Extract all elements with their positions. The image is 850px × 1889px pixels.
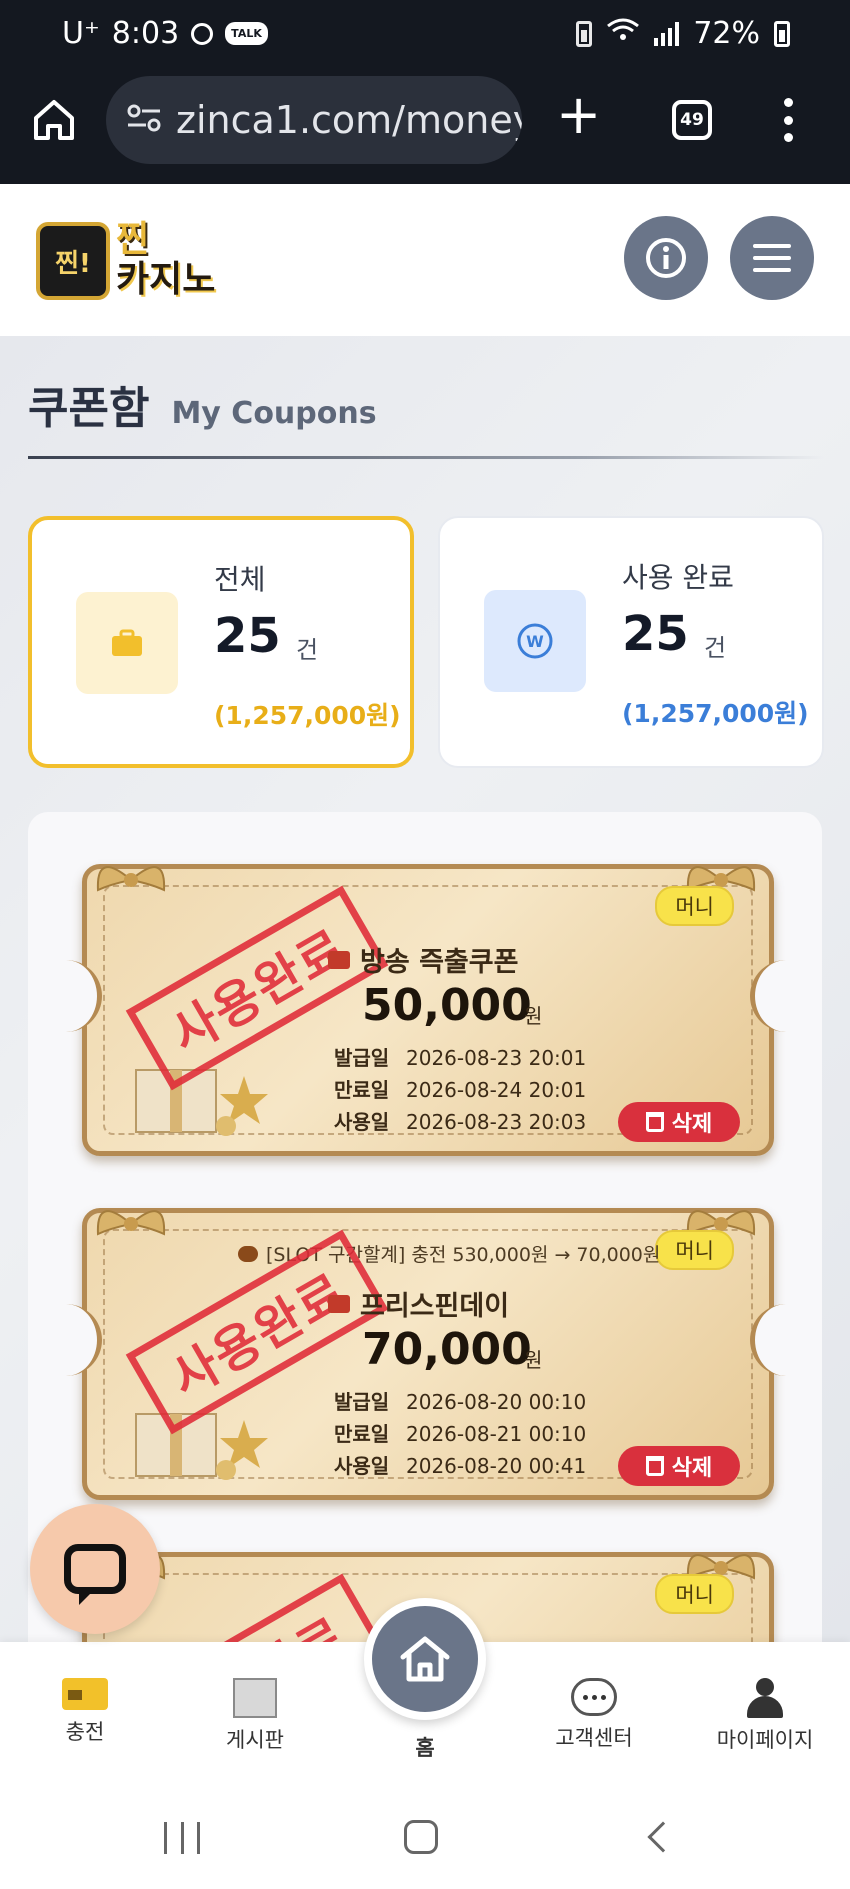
coupon-currency: 원	[524, 1004, 543, 1028]
coupon-type-badge: 머니	[655, 886, 734, 926]
site-settings-icon[interactable]	[126, 103, 162, 137]
delete-coupon-button[interactable]: 삭제	[618, 1446, 740, 1486]
expire-date: 2026-08-21 00:10	[406, 1422, 587, 1446]
chat-bubble-icon	[64, 1544, 126, 1605]
coupon-amount: 70,000	[362, 1324, 532, 1375]
stat-total-count: 25	[214, 608, 281, 664]
stat-total-amount: (1,257,000원)	[214, 701, 401, 730]
back-button[interactable]	[647, 1821, 679, 1853]
hamburger-icon	[753, 244, 791, 272]
stat-card-total[interactable]: 전체 25 건 (1,257,000원)	[28, 516, 414, 768]
svg-text:W: W	[526, 632, 544, 651]
ticket-icon	[328, 950, 350, 969]
kakaotalk-icon: TALK	[225, 22, 268, 45]
trash-icon	[645, 1456, 664, 1476]
browser-home-button[interactable]	[28, 94, 80, 146]
ticket-icon	[328, 1294, 350, 1313]
title-divider	[28, 456, 824, 459]
status-bar: U⁺ 8:03 TALK 72%	[0, 0, 850, 72]
wifi-icon	[606, 16, 640, 51]
recent-apps-button[interactable]	[164, 1822, 200, 1854]
chat-dots-icon	[571, 1678, 617, 1716]
main-content: 쿠폰함 My Coupons 전체 25 건 (1,257,000원) W 사용…	[0, 336, 850, 1642]
live-chat-button[interactable]	[30, 1504, 160, 1634]
battery-icon	[774, 20, 790, 47]
nav-support[interactable]: 고객센터	[524, 1678, 664, 1752]
address-bar[interactable]: zinca1.com/money	[106, 76, 522, 164]
stat-used-unit: 건	[704, 634, 727, 662]
coupon-dates: 발급일 2026-08-23 20:01 만료일 2026-08-24 20:01 …	[334, 1046, 587, 1134]
coupon-list: 머니 사용완료 방송 즉출쿠폰 50,000 원 발급일 2026-08-23 2…	[28, 812, 822, 1642]
nav-home-button[interactable]	[364, 1598, 486, 1720]
coupon-card: 머니 사용완료 방송 즉출쿠폰 50,000 원 발급일 2026-08-23 2…	[62, 850, 790, 1160]
won-coin-icon: W	[484, 590, 586, 692]
bottom-navigation: 충전 게시판 홈 고객센터 마이페이지	[0, 1598, 850, 1790]
newspaper-icon	[233, 1678, 277, 1718]
coupon-type-badge: 머니	[655, 1574, 734, 1614]
expire-date: 2026-08-24 20:01	[406, 1078, 587, 1102]
browser-toolbar: zinca1.com/money + 49	[0, 72, 850, 184]
nav-support-label: 고객센터	[555, 1726, 633, 1750]
nav-charge[interactable]: 충전	[15, 1678, 155, 1746]
briefcase-icon	[76, 592, 178, 694]
stat-used-label: 사용 완료	[622, 561, 734, 594]
stat-used-count: 25	[622, 606, 689, 662]
logo-badge: 찐!	[36, 222, 110, 300]
info-icon	[646, 238, 686, 278]
info-button[interactable]	[624, 216, 708, 300]
coupon-currency: 원	[524, 1348, 543, 1372]
nav-mypage[interactable]: 마이페이지	[695, 1678, 835, 1754]
stat-card-used[interactable]: W 사용 완료 25 건 (1,257,000원)	[438, 516, 824, 768]
home-icon	[34, 100, 74, 140]
browser-menu-button[interactable]	[782, 98, 794, 142]
issued-date: 2026-08-23 20:01	[406, 1046, 587, 1070]
clock: 8:03	[111, 16, 180, 51]
home-icon	[400, 1636, 450, 1682]
nav-board-label: 게시판	[226, 1728, 284, 1752]
page-title-en: My Coupons	[171, 396, 377, 431]
coupon-name: 방송 즉출쿠폰	[328, 940, 518, 979]
coupon-type-badge: 머니	[655, 1230, 734, 1270]
coupon-name: 프리스핀데이	[328, 1284, 509, 1323]
stat-total-label: 전체	[214, 563, 266, 596]
delete-coupon-button[interactable]: 삭제	[618, 1102, 740, 1142]
ribbon-bow-icon	[96, 866, 166, 892]
page-title: 쿠폰함 My Coupons	[28, 372, 377, 436]
nav-home-label: 홈	[415, 1736, 435, 1760]
nav-charge-label: 충전	[65, 1720, 105, 1744]
coupon-dates: 발급일 2026-08-20 00:10 만료일 2026-08-21 00:10 …	[334, 1390, 587, 1478]
menu-button[interactable]	[730, 216, 814, 300]
used-date: 2026-08-20 00:41	[406, 1454, 587, 1478]
battery-saver-icon	[576, 20, 593, 47]
comment-icon	[238, 1245, 258, 1262]
logo-text: 찐 카지노	[116, 219, 216, 300]
issued-date: 2026-08-20 00:10	[406, 1390, 587, 1414]
nav-mypage-label: 마이페이지	[716, 1728, 814, 1752]
stat-total-unit: 건	[296, 636, 319, 664]
ribbon-bow-icon	[96, 1210, 166, 1236]
page-title-ko: 쿠폰함	[28, 383, 150, 434]
new-tab-button[interactable]: +	[556, 88, 601, 142]
trash-icon	[645, 1112, 664, 1132]
coupon-card: 머니 [SLOT 구간할계] 충전 530,000원 → 70,000원 사용완…	[62, 1194, 790, 1504]
url-text[interactable]: zinca1.com/money	[176, 98, 522, 142]
battery-percent: 72%	[693, 16, 760, 51]
site-logo[interactable]: 찐! 찐 카지노	[36, 214, 216, 306]
user-icon	[745, 1678, 785, 1718]
carrier-label: U⁺	[62, 16, 100, 51]
stat-used-amount: (1,257,000원)	[622, 699, 809, 728]
site-header: 찐! 찐 카지노	[0, 184, 850, 336]
nav-board[interactable]: 게시판	[185, 1678, 325, 1754]
used-date: 2026-08-23 20:03	[406, 1110, 587, 1134]
coupon-amount: 50,000	[362, 980, 532, 1031]
credit-card-icon	[62, 1678, 108, 1710]
alarm-icon	[191, 22, 214, 45]
system-navigation-bar	[0, 1790, 850, 1889]
system-home-button[interactable]	[404, 1820, 438, 1854]
signal-icon	[654, 21, 680, 46]
tab-switcher-button[interactable]: 49	[672, 100, 712, 140]
